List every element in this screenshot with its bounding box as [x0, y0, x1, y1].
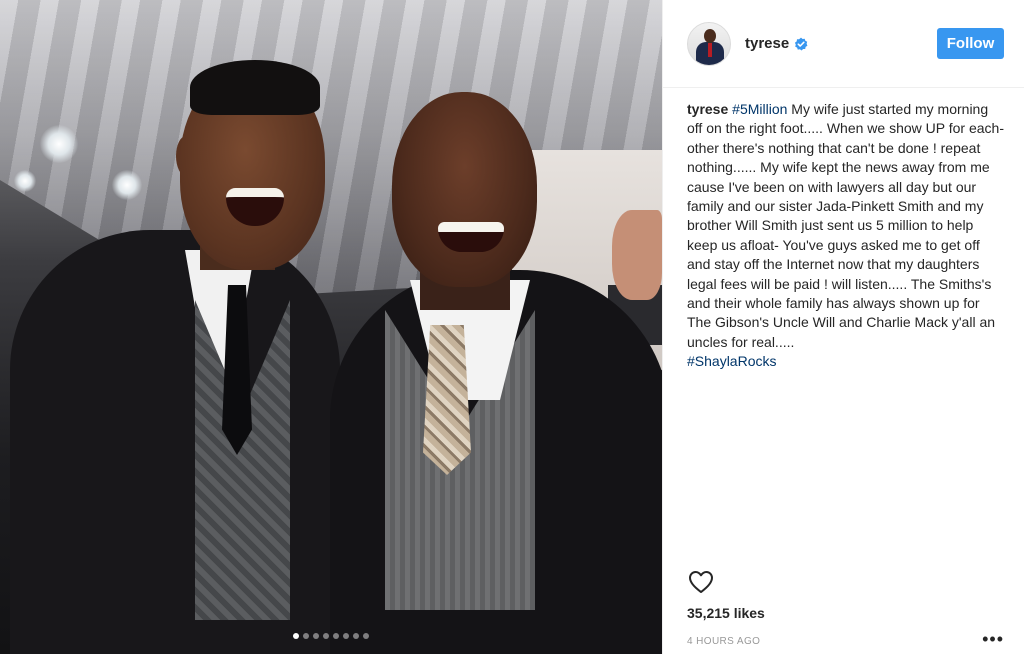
- right-person-smile: [438, 222, 504, 252]
- stage-light: [40, 125, 78, 163]
- avatar-head: [704, 28, 716, 43]
- carousel-dot[interactable]: [353, 633, 359, 639]
- post-photo[interactable]: [0, 0, 662, 654]
- hashtag-link[interactable]: #5Million: [732, 101, 787, 117]
- left-person-jacket: [10, 230, 340, 654]
- carousel-dot[interactable]: [313, 633, 319, 639]
- carousel-dot[interactable]: [293, 633, 299, 639]
- username-link[interactable]: tyrese: [745, 35, 789, 52]
- right-person-face: [392, 92, 537, 287]
- post-actions: [663, 562, 1024, 602]
- carousel-indicator[interactable]: [0, 633, 662, 639]
- verified-badge-icon: [795, 37, 808, 50]
- post-header: tyrese Follow: [663, 0, 1024, 88]
- post-timestamp[interactable]: 4 HOURS AGO: [687, 632, 982, 647]
- post-footer: 4 HOURS AGO •••: [663, 624, 1024, 654]
- instagram-post: tyrese Follow tyrese #5Million My wife j…: [0, 0, 1024, 654]
- post-sidebar: tyrese Follow tyrese #5Million My wife j…: [662, 0, 1024, 654]
- caption-text: My wife just started my morning off on t…: [687, 101, 1004, 350]
- hashtag-link[interactable]: #ShaylaRocks: [687, 353, 777, 369]
- carousel-dot[interactable]: [333, 633, 339, 639]
- username-wrap: tyrese: [745, 35, 937, 52]
- left-person-hair: [190, 60, 320, 115]
- caption-username[interactable]: tyrese: [687, 101, 728, 117]
- carousel-dot[interactable]: [343, 633, 349, 639]
- post-caption: tyrese #5Million My wife just started my…: [663, 88, 1024, 562]
- avatar[interactable]: [687, 21, 731, 66]
- stage-light: [112, 170, 142, 200]
- likes-count[interactable]: 35,215 likes: [663, 602, 1024, 624]
- stage-light: [14, 170, 36, 192]
- carousel-dot[interactable]: [323, 633, 329, 639]
- right-person-tie: [423, 325, 471, 475]
- follow-button[interactable]: Follow: [937, 28, 1004, 59]
- more-options-icon[interactable]: •••: [982, 630, 1004, 648]
- carousel-dot[interactable]: [363, 633, 369, 639]
- heart-outline-icon[interactable]: [687, 568, 715, 596]
- background-person-head: [612, 210, 662, 300]
- avatar-tie: [708, 42, 712, 57]
- carousel-dot[interactable]: [303, 633, 309, 639]
